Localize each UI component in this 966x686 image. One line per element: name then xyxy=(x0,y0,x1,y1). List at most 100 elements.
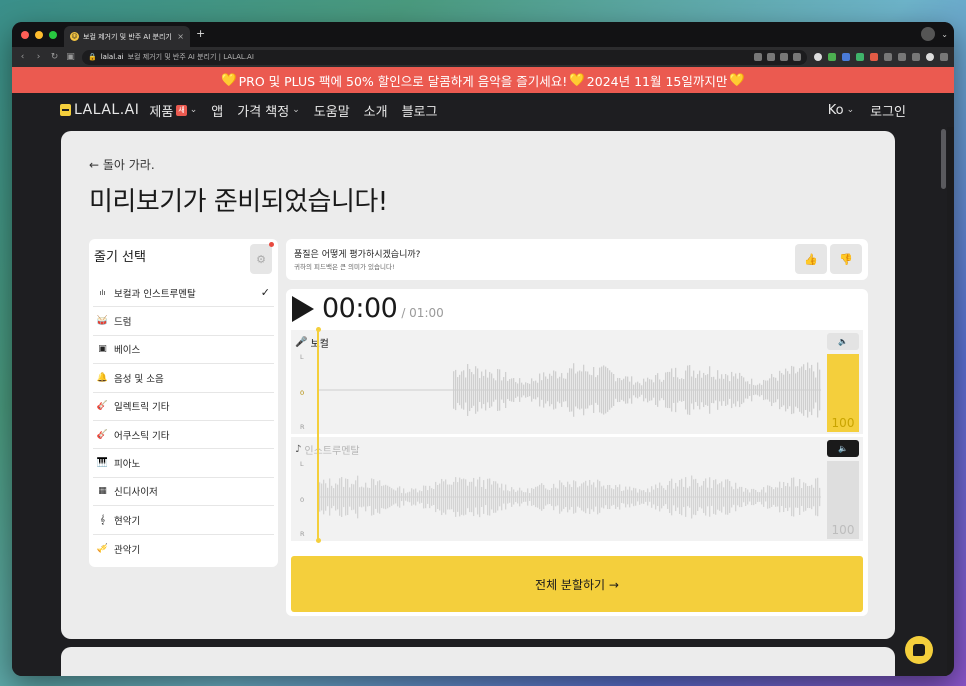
nav-item-products[interactable]: 제품 새 ⌄ xyxy=(149,101,197,120)
speaker-icon: 🔈 xyxy=(838,337,848,346)
track-label-instrumental: ♪ 인스트루멘탈 xyxy=(295,442,360,457)
nav-item-pricing[interactable]: 가격 책정 ⌄ xyxy=(237,101,300,120)
track-vocals[interactable]: 🎤 보컬 L 0 R 🔈 100 xyxy=(291,330,863,434)
stem-option-label: 일렉트릭 기타 xyxy=(114,402,170,414)
thumbs-down-button[interactable]: 👎 xyxy=(830,244,862,274)
login-link[interactable]: 로그인 xyxy=(870,101,906,120)
promo-date: 2024년 11월 15일까지만 xyxy=(586,73,728,89)
mute-button-vocals[interactable]: 🔈 xyxy=(827,333,859,350)
extension-shield-icon[interactable] xyxy=(828,53,836,61)
stem-option[interactable]: 🎸 어쿠스틱 기타 xyxy=(93,421,274,450)
stem-option-label: 어쿠스틱 기타 xyxy=(114,430,170,442)
stem-option[interactable]: 𝄞 현악기 xyxy=(93,506,274,535)
back-link[interactable]: ← 돌아 가라. xyxy=(89,156,155,173)
login-label: 로그인 xyxy=(870,104,906,120)
chat-icon xyxy=(913,644,925,656)
extensions-toolbar xyxy=(814,53,948,61)
site-info-icon[interactable]: ▣ xyxy=(66,52,75,62)
download-icon[interactable] xyxy=(884,53,892,61)
scrollbar[interactable] xyxy=(940,127,947,676)
music-note-icon: ♪ xyxy=(295,444,302,455)
thumbs-up-button[interactable]: 👍 xyxy=(795,244,827,274)
bookmark-star-icon[interactable] xyxy=(793,53,801,61)
install-icon[interactable] xyxy=(780,53,788,61)
url-path: 보컬 제거기 및 반주 AI 분리기 | LALAL.AI xyxy=(127,53,254,61)
omnibox-icons xyxy=(754,53,801,61)
cast-icon[interactable] xyxy=(898,53,906,61)
minimize-window-button[interactable] xyxy=(35,31,43,39)
stem-option-label: 피아노 xyxy=(114,459,141,471)
browser-tab[interactable]: ☺ 보컬 제거기 및 반주 AI 분리기 | L... × xyxy=(64,26,190,47)
extension-translate-icon[interactable] xyxy=(842,53,850,61)
stem-selector: 줄기 선택 ⚙ ılı 보컬과 인스트루멘탈 ✓ 🥁 드럼 ▣ 베이스 🔔 음성 및 소음 🎸 일렉… xyxy=(89,239,278,567)
microphone-icon: 🎤 xyxy=(295,337,308,348)
profile-icon[interactable] xyxy=(926,53,934,61)
close-window-button[interactable] xyxy=(21,31,29,39)
new-tab-button[interactable]: + xyxy=(196,28,205,39)
profile-avatar[interactable] xyxy=(921,27,936,41)
current-time: 00:00 xyxy=(322,293,398,324)
sidebar-icon[interactable] xyxy=(912,53,920,61)
scrollbar-thumb[interactable] xyxy=(941,129,946,189)
instrumental-waveform xyxy=(317,475,821,519)
back-arrow-icon[interactable]: ‹ xyxy=(18,52,27,62)
extension-puzzle-icon[interactable] xyxy=(870,53,878,61)
stem-option[interactable]: ılı 보컬과 인스트루멘탈 ✓ xyxy=(93,279,274,308)
favicon-icon: ☺ xyxy=(70,32,79,41)
nav-item-apps[interactable]: 앱 xyxy=(211,101,223,120)
tab-close-icon[interactable]: × xyxy=(177,32,184,41)
nav-item-help[interactable]: 도움말 xyxy=(314,101,350,120)
url-input[interactable]: 🔒 lalal.ai 보컬 제거기 및 반주 AI 분리기 | LALAL.AI xyxy=(82,49,807,65)
track-instrumental[interactable]: ♪ 인스트루멘탈 L 0 R 🔈 100 xyxy=(291,437,863,541)
language-selector[interactable]: Ko ⌄ xyxy=(828,103,854,118)
check-icon: ✓ xyxy=(260,286,270,300)
stem-option[interactable]: 🎹 피아노 xyxy=(93,449,274,478)
stem-option[interactable]: 🥁 드럼 xyxy=(93,307,274,336)
stem-option[interactable]: ▣ 베이스 xyxy=(93,336,274,365)
piano-icon: 🎹 xyxy=(96,458,109,469)
reload-icon[interactable]: ↻ xyxy=(50,52,59,62)
chat-button[interactable] xyxy=(905,636,933,664)
logo-text: LALAL.AI xyxy=(74,102,140,118)
volume-slider-instrumental[interactable]: 100 xyxy=(827,461,859,539)
stem-selector-title: 줄기 선택 xyxy=(94,250,146,265)
address-bar: ‹ › ↻ ▣ 🔒 lalal.ai 보컬 제거기 및 반주 AI 분리기 | … xyxy=(12,47,954,67)
channel-left-label: L xyxy=(300,460,304,468)
menu-dots-icon[interactable] xyxy=(940,53,948,61)
logo[interactable]: LALAL.AI xyxy=(60,102,139,118)
share-icon[interactable] xyxy=(767,53,775,61)
stem-list: ılı 보컬과 인스트루멘탈 ✓ 🥁 드럼 ▣ 베이스 🔔 음성 및 소음 🎸 일렉트릭 기타 🎸 어쿠… xyxy=(89,279,278,563)
chevron-down-icon: ⌄ xyxy=(846,105,855,115)
stem-option-label: 신디사이저 xyxy=(114,487,158,499)
thumbs-down-icon: 👎 xyxy=(839,252,853,266)
zoom-window-button[interactable] xyxy=(49,31,57,39)
audio-player: 00:00 / 01:00 🎤 보컬 L 0 R 🔈 100 ♪ 인스트루멘탈 … xyxy=(286,289,868,616)
forward-arrow-icon[interactable]: › xyxy=(34,52,43,62)
extension-check-icon[interactable] xyxy=(814,53,822,61)
track-name: 보컬 xyxy=(310,339,329,350)
feedback-question: 품질은 어떻게 평가하시겠습니까? xyxy=(294,250,421,260)
voice-icon: 🔔 xyxy=(96,372,109,383)
mute-button-instrumental[interactable]: 🔈 xyxy=(827,440,859,457)
nav-item-blog[interactable]: 블로그 xyxy=(402,101,438,120)
stem-option[interactable]: ▦ 신디사이저 xyxy=(93,478,274,507)
nav-item-about[interactable]: 소개 xyxy=(364,101,388,120)
play-icon[interactable] xyxy=(292,295,314,322)
lock-icon: 🔒 xyxy=(88,53,97,61)
waveform-baseline xyxy=(317,389,821,391)
transport: 00:00 / 01:00 xyxy=(292,293,444,324)
stem-option[interactable]: 🎺 관악기 xyxy=(93,535,274,563)
synth-icon: ▦ xyxy=(98,486,107,497)
extension-icon[interactable] xyxy=(754,53,762,61)
tab-search-chevron-icon[interactable]: ⌄ xyxy=(941,30,948,39)
stem-option[interactable]: 🎸 일렉트릭 기타 xyxy=(93,393,274,421)
stem-option[interactable]: 🔔 음성 및 소음 xyxy=(93,364,274,393)
site-navigation: LALAL.AI 제품 새 ⌄ 앱 가격 책정 ⌄ 도움말 소개 블로그 Ko … xyxy=(12,93,954,127)
channel-right-label: R xyxy=(300,423,305,431)
settings-button[interactable]: ⚙ xyxy=(250,242,274,274)
split-full-button[interactable]: 전체 분할하기 → xyxy=(291,556,863,612)
volume-slider-vocals[interactable]: 100 xyxy=(827,354,859,432)
promo-banner[interactable]: 💛 PRO 및 PLUS 팩에 50% 할인으로 달콤하게 음악을 즐기세요! … xyxy=(12,67,954,93)
extension-doc-icon[interactable] xyxy=(856,53,864,61)
playhead[interactable] xyxy=(315,327,321,543)
